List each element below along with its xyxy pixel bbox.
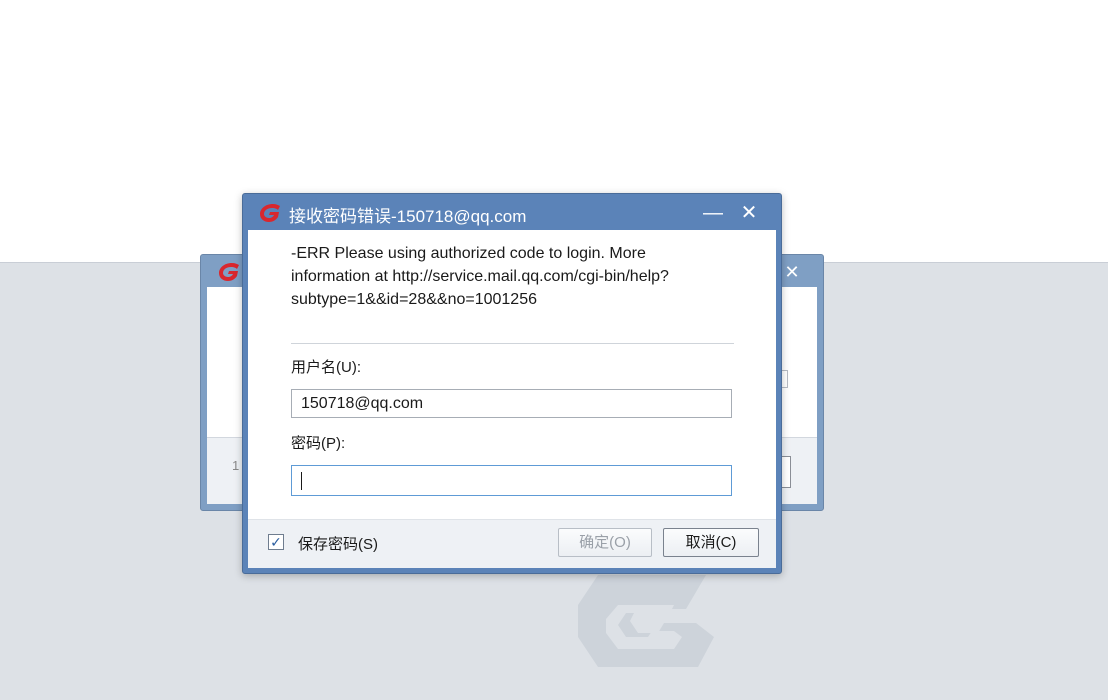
password-input[interactable] [291,465,732,496]
content-separator [291,343,734,344]
save-password-label[interactable]: 保存密码(S) [298,533,378,554]
password-label: 密码(P): [291,435,346,452]
error-message: -ERR Please using authorized code to log… [291,245,669,308]
dialog-footer: ✓ 保存密码(S) 确定(O) 取消(C) [248,519,776,568]
password-error-dialog: 接收密码错误-150718@qq.com — ✕ -ERR Please usi… [242,193,782,574]
username-input[interactable]: 150718@qq.com [291,389,732,418]
dialog-title: 接收密码错误-150718@qq.com [289,207,527,226]
save-password-checkbox[interactable]: ✓ [268,534,284,550]
red-g-logo-icon [260,204,280,222]
ok-button[interactable]: 确定(O) [558,528,652,557]
g-logo-watermark-icon [578,575,714,667]
red-g-logo-icon [219,263,239,281]
username-label: 用户名(U): [291,359,361,376]
background-close-icon[interactable]: ✕ [782,262,802,282]
text-caret [301,472,302,490]
dialog-content: -ERR Please using authorized code to log… [248,230,776,519]
cancel-button[interactable]: 取消(C) [663,528,759,557]
minimize-icon[interactable]: — [701,202,725,224]
dialog-titlebar[interactable]: 接收密码错误-150718@qq.com — ✕ [243,194,781,230]
close-icon[interactable]: ✕ [737,202,761,224]
background-dialog-text-fragment: 1 [232,458,240,473]
